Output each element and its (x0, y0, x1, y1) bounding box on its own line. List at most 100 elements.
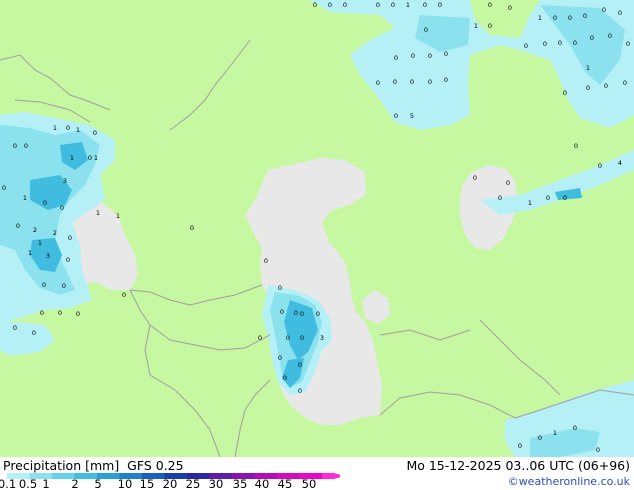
precip-value: 0 (68, 234, 72, 242)
legend-arrow-tip (334, 473, 340, 479)
legend-tick-label: 0.1 (0, 477, 16, 490)
precip-value: 0 (60, 204, 64, 212)
precip-value: 0 (546, 194, 550, 202)
precip-value: 5 (410, 112, 414, 120)
precip-value: 0 (508, 4, 512, 12)
legend-tick-label: 45 (278, 477, 293, 490)
precip-value: 0 (298, 361, 302, 369)
precip-value: 0 (438, 1, 442, 9)
precip-value: 0 (394, 112, 398, 120)
legend-tick-label: 1 (42, 477, 49, 490)
precip-value: 0 (473, 174, 477, 182)
precip-value: 1 (76, 126, 80, 134)
precip-value: 1 (94, 154, 98, 162)
precip-value: 0 (316, 310, 320, 318)
precip-value: 0 (298, 387, 302, 395)
precip-value: 0 (598, 162, 602, 170)
precip-value: 1 (474, 22, 478, 30)
legend-tick-label: 5 (94, 477, 101, 490)
precip-value: 0 (626, 40, 630, 48)
precip-value: 0 (264, 257, 268, 265)
precip-value: 0 (568, 14, 572, 22)
precip-value: 0 (558, 39, 562, 47)
credit-text: ©weatheronline.co.uk (507, 475, 630, 488)
precip-value: 0 (553, 14, 557, 22)
precip-value: 0 (590, 34, 594, 42)
precip-value: 0 (16, 222, 20, 230)
precip-value: 0 (410, 78, 414, 86)
precip-value: 1 (28, 249, 32, 257)
precip-value: 0 (623, 79, 627, 87)
precip-value: 0 (278, 284, 282, 292)
precip-value: 0 (32, 329, 36, 337)
precip-value: 0 (13, 324, 17, 332)
precip-value: 0 (618, 9, 622, 17)
precip-value: 0 (428, 52, 432, 60)
precip-value: 0 (608, 32, 612, 40)
precip-value: 0 (40, 309, 44, 317)
legend-tick-label: 2 (71, 477, 78, 490)
precip-value: 1 (116, 212, 120, 220)
precip-value: 0 (42, 281, 46, 289)
precip-value: 0 (13, 142, 17, 150)
precip-value: 0 (596, 446, 600, 454)
color-legend: 0.1 0.5 1 2 5 10 15 20 25 30 35 40 45 50 (0, 473, 340, 490)
precip-value: 0 (583, 12, 587, 20)
legend-tick-label: 40 (255, 477, 270, 490)
precipitation-map: 0 0 0 0 0 1 0 0 0 0 1 0 0 0 0 0 0 1 0 0 0 0 0 0 0 0 0 0 0 0 0 0 0 0 0 1 0 0 0 0… (0, 0, 634, 458)
precip-value: 0 (563, 194, 567, 202)
precip-value: 1 (538, 14, 542, 22)
precip-value: 0 (300, 310, 304, 318)
legend-tick-label: 0.5 (19, 477, 37, 490)
precip-value: 0 (2, 184, 6, 192)
precip-value: 1 (528, 199, 532, 207)
precip-value: 0 (313, 1, 317, 9)
precip-value: 0 (538, 434, 542, 442)
precip-value: 0 (444, 76, 448, 84)
legend-tick-label: 25 (186, 477, 201, 490)
precip-value: 0 (543, 40, 547, 48)
precip-value: 0 (328, 1, 332, 9)
precip-value: 1 (53, 124, 57, 132)
precip-value: 0 (506, 179, 510, 187)
precip-value: 0 (88, 154, 92, 162)
precip-value: 0 (300, 334, 304, 342)
precip-value: 0 (343, 1, 347, 9)
precip-value: 0 (66, 124, 70, 132)
legend-tick-label: 30 (209, 477, 224, 490)
precip-value: 0 (43, 199, 47, 207)
valid-datetime: Mo 15-12-2025 03..06 UTC (06+96) (406, 458, 630, 473)
precip-value: 3 (46, 252, 50, 260)
footer-bar: Precipitation [mm] GFS 0.25 Mo 15-12-202… (0, 457, 634, 490)
precip-value: 0 (122, 291, 126, 299)
precip-value: 0 (563, 89, 567, 97)
precip-value: 0 (58, 309, 62, 317)
precip-value: 0 (294, 309, 298, 317)
precip-value: 0 (278, 354, 282, 362)
precip-value: 2 (33, 226, 37, 234)
precip-value: 0 (604, 82, 608, 90)
precip-value: 0 (280, 308, 284, 316)
precip-value: 0 (602, 6, 606, 14)
precip-value: 0 (488, 1, 492, 9)
precip-value: 1 (586, 64, 590, 72)
precip-value: 0 (574, 142, 578, 150)
precip-value: 0 (498, 194, 502, 202)
legend-swatch (322, 473, 334, 479)
precip-value: 0 (62, 282, 66, 290)
map-canvas: 0 0 0 0 0 1 0 0 0 0 1 0 0 0 0 0 0 1 0 0 0 0 0 0 0 0 0 0 0 0 0 0 0 0 0 1 0 0 0 0… (0, 0, 634, 458)
precip-value: 0 (24, 142, 28, 150)
precip-value: 0 (286, 334, 290, 342)
precip-value: 3 (320, 334, 324, 342)
precip-value: 0 (283, 374, 287, 382)
legend-tick-label: 20 (163, 477, 178, 490)
precip-value: 0 (93, 129, 97, 137)
precip-value: 0 (190, 224, 194, 232)
precip-value: 0 (444, 50, 448, 58)
precip-value: 0 (573, 39, 577, 47)
precip-value: 0 (428, 78, 432, 86)
precip-value: 0 (518, 442, 522, 450)
precip-value: 0 (488, 22, 492, 30)
precip-value: 1 (96, 209, 100, 217)
precip-value: 0 (258, 334, 262, 342)
